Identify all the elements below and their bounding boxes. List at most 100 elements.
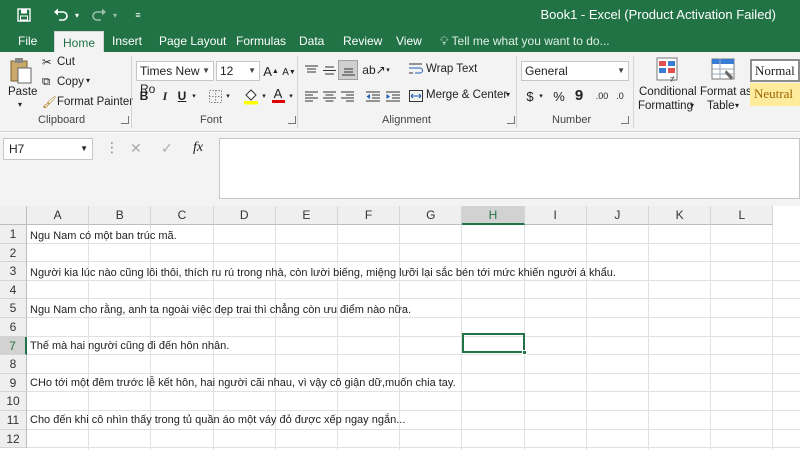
shrink-font-icon[interactable]: A ▼ bbox=[281, 63, 297, 81]
decrease-decimal-button[interactable]: .0 bbox=[612, 87, 628, 105]
tab-formulas[interactable]: Formulas bbox=[228, 30, 294, 52]
currency-button[interactable]: $ bbox=[524, 87, 536, 105]
currency-dropdown-icon[interactable]: ▾ bbox=[537, 90, 545, 102]
active-cell-h7[interactable] bbox=[462, 333, 527, 355]
row-header-6[interactable]: 6 bbox=[0, 318, 27, 337]
tab-data[interactable]: Data bbox=[291, 30, 332, 52]
row-header-3[interactable]: 3 bbox=[0, 262, 27, 281]
format-as-table-icon[interactable] bbox=[710, 56, 736, 84]
tab-home[interactable]: Home bbox=[54, 31, 105, 53]
conditional-formatting-icon[interactable]: ≠ bbox=[655, 56, 681, 84]
cancel-entry-button[interactable]: ✕ bbox=[130, 140, 142, 157]
worksheet-grid[interactable]: ABCDEFGHIJKL 1 2 3 4 5 6 7 8 9 10 11 12 Ngu Nam có … bbox=[0, 206, 800, 450]
align-middle-icon[interactable] bbox=[320, 61, 338, 79]
font-launcher-icon[interactable] bbox=[288, 116, 296, 124]
column-header-k[interactable]: K bbox=[649, 206, 712, 225]
row-header-5[interactable]: 5 bbox=[0, 299, 27, 318]
number-format-dropdown-icon[interactable]: ▼ bbox=[617, 62, 625, 80]
insert-function-button[interactable]: fx bbox=[193, 140, 203, 156]
name-box[interactable]: H7 ▼ bbox=[3, 138, 93, 160]
increase-indent-icon[interactable] bbox=[384, 87, 402, 105]
italic-button[interactable]: I bbox=[157, 87, 173, 105]
row-header-7[interactable]: 7 bbox=[0, 336, 27, 356]
align-left-icon[interactable] bbox=[302, 87, 320, 105]
wrap-text-button[interactable]: Wrap Text bbox=[426, 63, 477, 75]
conditional-formatting-label-1[interactable]: Conditional bbox=[639, 86, 697, 98]
wrap-text-icon[interactable] bbox=[408, 60, 424, 78]
fill-color-dropdown-icon[interactable]: ▾ bbox=[260, 89, 268, 103]
column-header-a[interactable]: A bbox=[27, 206, 90, 225]
format-as-table-label-1[interactable]: Format as bbox=[700, 86, 752, 98]
row-header-11[interactable]: 11 bbox=[0, 411, 27, 430]
name-box-dropdown-icon[interactable]: ▼ bbox=[80, 139, 88, 159]
number-launcher-icon[interactable] bbox=[621, 116, 629, 124]
borders-icon[interactable] bbox=[207, 87, 223, 105]
undo-icon[interactable] bbox=[50, 5, 72, 25]
tell-me-box[interactable]: 💡︎ Tell me what you want to do... bbox=[440, 30, 610, 52]
merge-center-button[interactable]: Merge & Center bbox=[426, 89, 507, 101]
increase-decimal-button[interactable]: .00 bbox=[594, 87, 610, 105]
confirm-entry-button[interactable]: ✓ bbox=[161, 140, 173, 157]
font-size-dropdown-icon[interactable]: ▼ bbox=[248, 62, 256, 80]
merge-center-icon[interactable] bbox=[408, 87, 424, 105]
conditional-formatting-label-2[interactable]: Formatting bbox=[638, 100, 693, 112]
borders-dropdown-icon[interactable]: ▾ bbox=[224, 89, 232, 103]
copy-button[interactable]: Copy bbox=[57, 76, 84, 88]
font-color-icon[interactable]: A bbox=[270, 85, 286, 105]
underline-dropdown-icon[interactable]: ▾ bbox=[190, 89, 198, 103]
cell-a11[interactable]: Cho đến khi cô nhìn thấy trong tủ quần á… bbox=[30, 414, 405, 426]
format-painter-button[interactable]: Format Painter bbox=[57, 96, 133, 108]
row-header-2[interactable]: 2 bbox=[0, 243, 27, 263]
comma-style-button[interactable]: 9 bbox=[572, 85, 586, 105]
tab-page-layout[interactable]: Page Layout bbox=[151, 30, 234, 52]
column-header-j[interactable]: J bbox=[586, 206, 649, 225]
formula-input[interactable] bbox=[219, 138, 800, 199]
merge-center-dropdown-icon[interactable]: ▾ bbox=[506, 90, 510, 99]
tab-file[interactable]: File bbox=[10, 30, 45, 52]
percent-button[interactable]: % bbox=[552, 87, 566, 105]
column-header-g[interactable]: G bbox=[400, 206, 463, 225]
copy-icon[interactable]: ⧉ bbox=[42, 76, 50, 89]
formula-bar-options-icon[interactable]: ⋮ bbox=[105, 139, 119, 156]
cell-a3[interactable]: Người kia lúc nào cũng lôi thôi, thích r… bbox=[30, 267, 616, 279]
tab-review[interactable]: Review bbox=[335, 30, 390, 52]
copy-dropdown-icon[interactable]: ▾ bbox=[86, 76, 90, 85]
row-header-12[interactable]: 12 bbox=[0, 429, 27, 449]
font-name-combo[interactable]: Times New Ro ▼ bbox=[136, 61, 214, 96]
paste-button[interactable]: Paste bbox=[8, 86, 37, 98]
cell-a1[interactable]: Ngu Nam có một ban trúc mã. bbox=[30, 230, 177, 242]
tab-view[interactable]: View bbox=[388, 30, 430, 52]
column-header-h[interactable]: H bbox=[462, 206, 525, 225]
alignment-launcher-icon[interactable] bbox=[507, 116, 515, 124]
column-header-f[interactable]: F bbox=[338, 206, 401, 225]
conditional-formatting-dropdown-icon[interactable]: ▾ bbox=[690, 101, 694, 110]
tab-insert[interactable]: Insert bbox=[104, 30, 150, 52]
orientation-dropdown-icon[interactable]: ▾ bbox=[384, 64, 392, 76]
format-as-table-dropdown-icon[interactable]: ▾ bbox=[735, 101, 739, 110]
orientation-icon[interactable]: ab↗ bbox=[362, 60, 385, 80]
row-header-10[interactable]: 10 bbox=[0, 392, 27, 411]
style-neutral[interactable]: Neutral bbox=[750, 83, 800, 106]
decrease-indent-icon[interactable] bbox=[364, 87, 382, 105]
underline-button[interactable]: U bbox=[175, 87, 189, 105]
column-header-i[interactable]: I bbox=[524, 206, 587, 225]
row-header-1[interactable]: 1 bbox=[0, 225, 27, 244]
save-icon[interactable] bbox=[14, 5, 34, 25]
bold-button[interactable]: B bbox=[136, 87, 152, 105]
row-header-9[interactable]: 9 bbox=[0, 373, 27, 393]
column-header-l[interactable]: L bbox=[711, 206, 774, 225]
font-color-dropdown-icon[interactable]: ▾ bbox=[287, 89, 295, 103]
paste-icon[interactable] bbox=[8, 56, 34, 86]
redo-dropdown-icon[interactable]: ▾ bbox=[110, 5, 120, 25]
column-header-b[interactable]: B bbox=[89, 206, 152, 225]
style-normal[interactable]: Normal bbox=[750, 59, 800, 82]
row-header-4[interactable]: 4 bbox=[0, 280, 27, 300]
cell-a9[interactable]: CHo tới một đêm trước lễ kết hôn, hai ng… bbox=[30, 377, 456, 389]
grow-font-icon[interactable]: A ▲ bbox=[263, 61, 279, 81]
cut-icon[interactable]: ✂ bbox=[42, 55, 52, 69]
clipboard-launcher-icon[interactable] bbox=[121, 116, 129, 124]
customize-qat-icon[interactable]: ≡ bbox=[132, 5, 144, 25]
fill-color-icon[interactable] bbox=[242, 86, 260, 106]
select-all-corner[interactable] bbox=[0, 206, 27, 225]
align-center-icon[interactable] bbox=[320, 87, 338, 105]
